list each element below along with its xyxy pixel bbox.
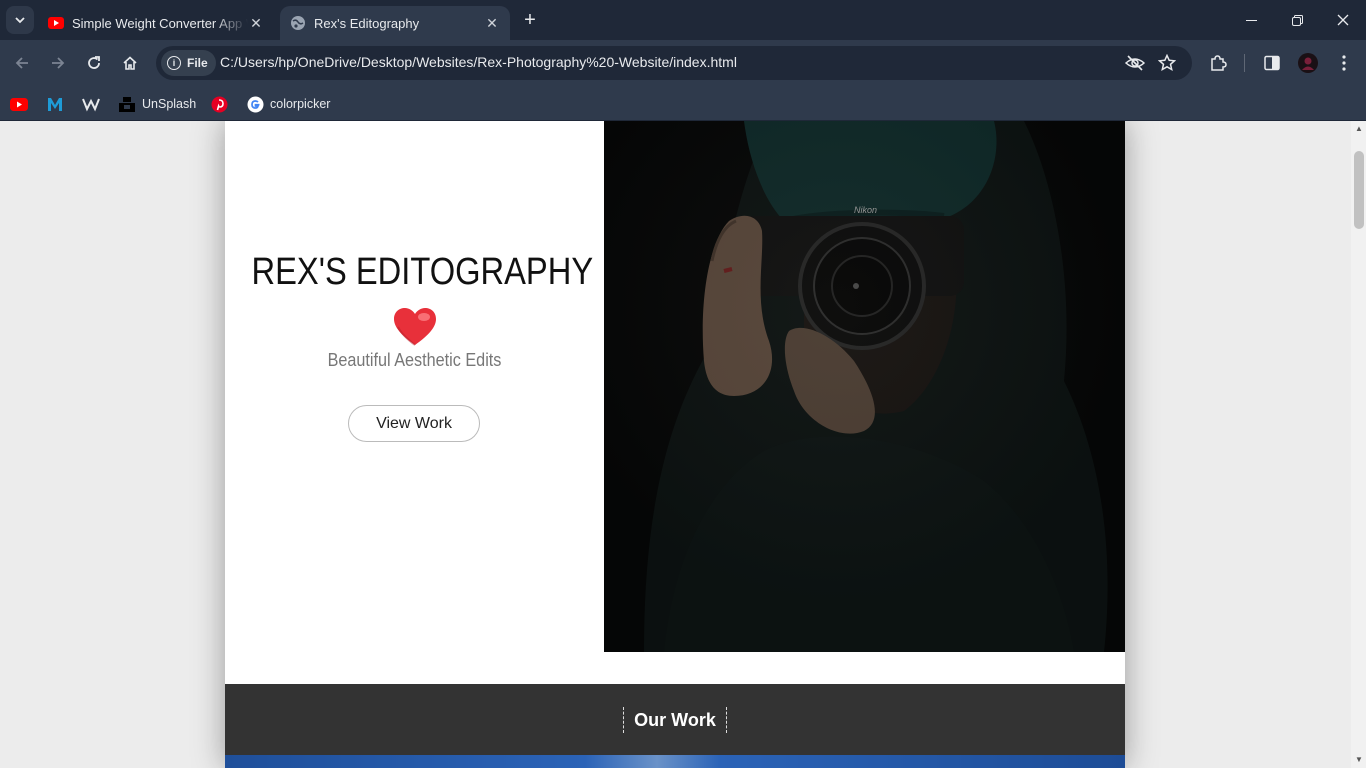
reload-icon	[88, 56, 100, 69]
more-vert-icon	[1342, 55, 1346, 71]
bookmark-colorpicker[interactable]: colorpicker	[246, 91, 330, 117]
arrow-left-icon	[15, 57, 28, 69]
forward-button[interactable]	[42, 47, 74, 79]
pinterest-icon	[210, 95, 228, 113]
bookmark-w-logo[interactable]	[82, 91, 106, 117]
site-info-chip[interactable]: i File	[161, 50, 216, 76]
star-icon[interactable]	[1156, 52, 1178, 74]
hero-photo: Nikon	[604, 121, 1125, 652]
menu-button[interactable]	[1330, 49, 1358, 77]
bookmark-label: UnSplash	[142, 97, 197, 111]
home-button[interactable]	[114, 47, 146, 79]
view-work-button[interactable]: View Work	[348, 405, 480, 442]
scroll-down-arrow[interactable]: ▼	[1354, 755, 1364, 765]
profile-avatar[interactable]	[1294, 49, 1322, 77]
bookmark-pinterest[interactable]	[210, 91, 234, 117]
page-viewport: REX'S EDITOGRAPHY Beautiful Aesthetic Ed…	[0, 121, 1366, 768]
side-panel-button[interactable]	[1258, 49, 1286, 77]
minimize-button[interactable]	[1228, 0, 1274, 40]
our-work-section: Our Work	[225, 684, 1125, 756]
tab-search-button[interactable]	[6, 6, 34, 34]
url-text[interactable]: C:/Users/hp/OneDrive/Desktop/Websites/Re…	[220, 54, 737, 70]
m-icon	[46, 95, 64, 113]
hero-title: REX'S EDITOGRAPHY	[251, 251, 594, 293]
chevron-down-icon	[15, 17, 25, 24]
hero-text-panel: REX'S EDITOGRAPHY Beautiful Aesthetic Ed…	[225, 121, 604, 651]
close-icon	[1337, 14, 1349, 26]
back-button[interactable]	[6, 47, 38, 79]
youtube-icon	[48, 15, 64, 31]
puzzle-icon	[1211, 55, 1227, 71]
w-logo-icon	[82, 95, 100, 113]
avatar-icon	[1298, 53, 1318, 73]
tab-rex-editography[interactable]: Rex's Editography ✕	[280, 6, 510, 40]
tab-title: Rex's Editography	[314, 15, 420, 31]
scheme-label: File	[187, 56, 208, 70]
hero-subtitle: Beautiful Aesthetic Edits	[327, 350, 502, 370]
heart-icon	[394, 308, 436, 346]
page-container: REX'S EDITOGRAPHY Beautiful Aesthetic Ed…	[225, 121, 1125, 768]
address-bar[interactable]: i File C:/Users/hp/OneDrive/Desktop/Webs…	[156, 46, 1192, 80]
close-icon[interactable]: ✕	[248, 15, 264, 31]
work-gallery-image-strip	[225, 755, 1125, 768]
bookmark-youtube[interactable]	[10, 91, 34, 117]
reload-button[interactable]	[78, 47, 110, 79]
tab-title: Simple Weight Converter App W	[72, 15, 248, 31]
photographer-image: Nikon	[604, 121, 1125, 652]
section-title: Our Work	[623, 707, 727, 733]
browser-toolbar: i File C:/Users/hp/OneDrive/Desktop/Webs…	[0, 40, 1366, 86]
tab-weight-converter[interactable]: Simple Weight Converter App W ✕	[38, 6, 274, 40]
unsplash-icon	[118, 95, 136, 113]
bookmark-m[interactable]	[46, 91, 70, 117]
toolbar-divider	[1244, 54, 1245, 72]
home-icon	[123, 56, 137, 70]
scroll-up-arrow[interactable]: ▲	[1354, 124, 1364, 134]
minimize-icon	[1245, 19, 1257, 21]
scrollbar-thumb[interactable]	[1354, 151, 1364, 229]
restore-button[interactable]	[1274, 0, 1320, 40]
close-window-button[interactable]	[1320, 0, 1366, 40]
scrollbar[interactable]: ▲ ▼	[1351, 121, 1366, 768]
bookmark-label: colorpicker	[270, 97, 331, 111]
google-icon	[246, 95, 264, 113]
restore-icon	[1291, 14, 1303, 26]
new-tab-button[interactable]: +	[518, 8, 542, 32]
eye-off-icon[interactable]	[1124, 52, 1146, 74]
info-icon: i	[167, 56, 181, 70]
extensions-button[interactable]	[1204, 49, 1232, 77]
bookmarks-bar: UnSplash colorpicker	[0, 86, 1366, 121]
bookmark-unsplash[interactable]: UnSplash	[118, 91, 196, 117]
globe-icon	[290, 15, 306, 31]
youtube-icon	[10, 95, 28, 113]
side-panel-icon	[1264, 55, 1280, 71]
arrow-right-icon	[52, 57, 65, 69]
close-icon[interactable]: ✕	[484, 15, 500, 31]
tab-strip: Simple Weight Converter App W ✕ Rex's Ed…	[0, 0, 1366, 40]
